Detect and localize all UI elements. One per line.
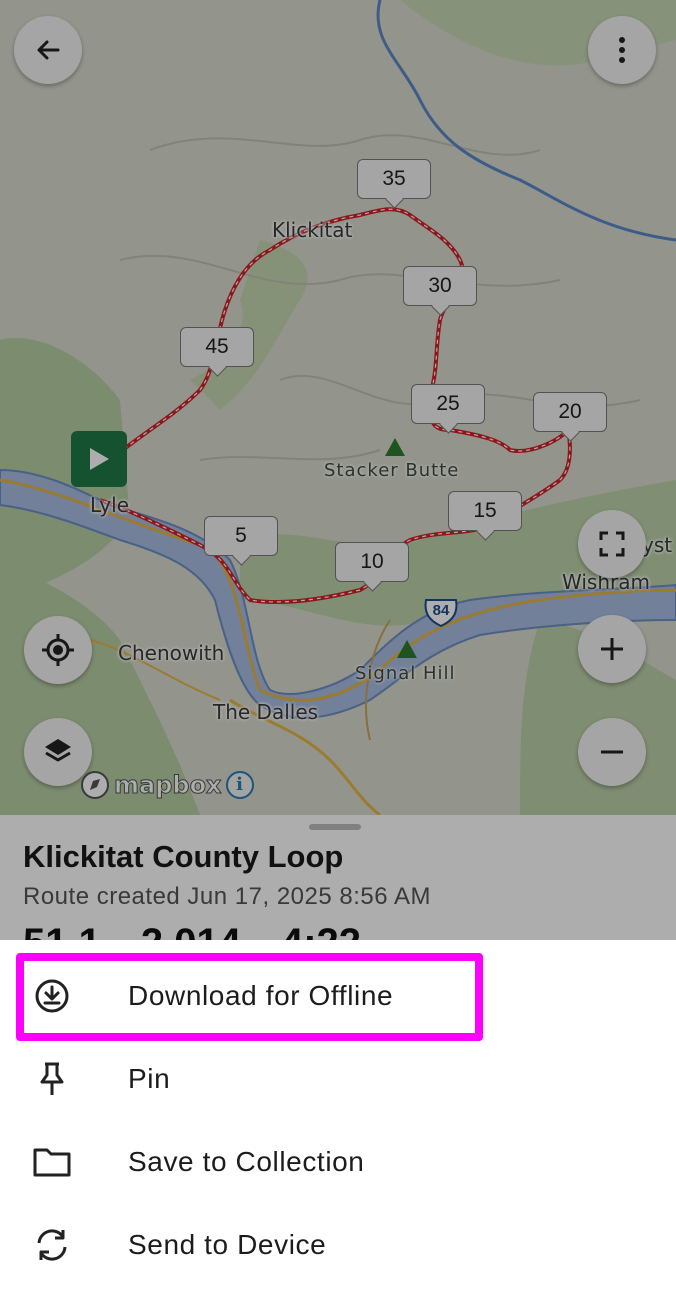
menu-item-save-to-collection[interactable]: Save to Collection (0, 1120, 676, 1203)
zoom-in-button[interactable] (578, 615, 646, 683)
minus-icon (601, 750, 623, 754)
place-label-klickitat: Klickitat (272, 218, 353, 242)
crosshair-icon (42, 634, 74, 666)
route-created-date: Route created Jun 17, 2025 8:56 AM (23, 883, 431, 910)
fullscreen-button[interactable] (578, 510, 646, 578)
plus-icon (601, 638, 623, 660)
route-start-marker[interactable] (71, 431, 127, 487)
info-icon[interactable]: i (225, 771, 254, 799)
menu-item-label: Pin (128, 1062, 171, 1094)
menu-item-label: Save to Collection (128, 1145, 365, 1177)
folder-icon (31, 1141, 73, 1183)
route-title: Klickitat County Loop (23, 839, 344, 874)
arrow-left-icon (37, 40, 60, 60)
menu-item-label: Send to Device (128, 1228, 327, 1260)
mile-marker-5: 5 (204, 516, 278, 556)
layers-icon (45, 739, 71, 762)
place-label-chenowith: Chenowith (118, 641, 225, 665)
play-icon (90, 448, 109, 470)
map-view[interactable]: Klickitat Lyle Chenowith The Dalles Wish… (0, 0, 676, 815)
mapbox-wordmark: mapbox (114, 771, 223, 800)
peak-label-signal-hill: Signal Hill (355, 663, 456, 684)
peak-label-stacker-butte: Stacker Butte (324, 460, 460, 481)
mile-marker-15: 15 (448, 491, 522, 531)
sync-icon (31, 1224, 73, 1266)
mile-marker-35: 35 (357, 159, 431, 199)
mile-marker-20: 20 (533, 392, 607, 432)
menu-item-pin[interactable]: Pin (0, 1037, 676, 1120)
more-options-button[interactable] (588, 16, 656, 84)
my-location-button[interactable] (24, 616, 92, 684)
highlight-box (16, 953, 483, 1041)
mile-marker-45: 45 (180, 327, 254, 367)
back-button[interactable] (14, 16, 82, 84)
mile-marker-25: 25 (411, 384, 485, 424)
pin-icon (31, 1058, 73, 1100)
place-label-partial: yst (642, 533, 673, 557)
more-vertical-icon (619, 37, 625, 63)
fullscreen-icon (599, 531, 625, 557)
mapbox-logo-icon (81, 771, 109, 799)
menu-item-send-to-device[interactable]: Send to Device (0, 1203, 676, 1286)
place-label-the-dalles: The Dalles (213, 700, 319, 724)
place-label-lyle: Lyle (90, 493, 130, 517)
drag-handle[interactable] (309, 824, 361, 830)
highway-shield-label: 84 (432, 602, 450, 619)
mile-marker-30: 30 (403, 266, 477, 306)
mapbox-attribution[interactable]: mapbox i (80, 770, 254, 800)
zoom-out-button[interactable] (578, 718, 646, 786)
mile-marker-10: 10 (335, 542, 409, 582)
